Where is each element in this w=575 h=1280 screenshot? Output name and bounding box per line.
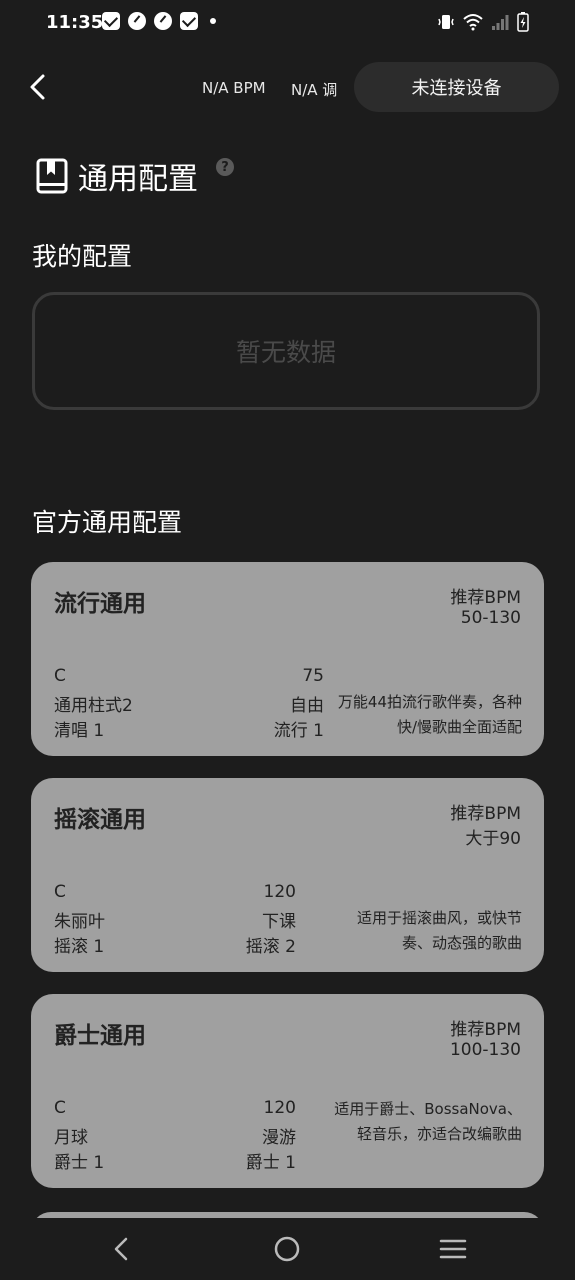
config-card-right-pattern: 摇滚 2 — [245, 937, 296, 957]
config-card-right-pattern: 流行 1 — [273, 721, 324, 741]
config-card-name: 摇滚通用 — [54, 807, 146, 833]
config-card-mode: 自由 — [290, 696, 324, 716]
system-navigation-bar — [0, 1218, 575, 1280]
wifi-icon — [463, 14, 483, 31]
notification-icons — [102, 12, 216, 30]
config-card-bpm-title: 推荐BPM — [450, 804, 521, 824]
mail-notification-icon — [102, 12, 120, 30]
status-time: 11:35 — [46, 12, 104, 33]
connect-device-button[interactable]: 未连接设备 — [354, 62, 559, 112]
config-card-tempo: 120 — [263, 1098, 296, 1118]
help-icon[interactable]: ? — [216, 158, 234, 176]
config-card-key: C — [54, 666, 66, 686]
config-card-bpm-title: 推荐BPM — [450, 588, 521, 608]
config-card-bpm-range: 50-130 — [460, 608, 521, 628]
speedometer-notification-icon — [154, 12, 172, 30]
config-card-rock[interactable]: 摇滚通用 推荐BPM 大于90 C 120 朱丽叶 下课 摇滚 1 摇滚 2 适… — [31, 778, 544, 972]
my-config-empty-state: 暂无数据 — [32, 292, 540, 410]
page-title: 通用配置 — [78, 162, 198, 197]
config-card-rhythm: 月球 — [54, 1128, 88, 1148]
system-icons — [437, 12, 529, 32]
config-card-name: 流行通用 — [54, 591, 146, 617]
config-card-left-pattern: 爵士 1 — [54, 1153, 105, 1173]
book-icon — [36, 158, 68, 194]
config-card-mode: 下课 — [262, 912, 296, 932]
speedometer-notification-icon — [128, 12, 146, 30]
nav-back-icon[interactable] — [107, 1234, 137, 1264]
config-card-description: 适用于爵士、BossaNova、轻音乐，亦适合改编歌曲 — [334, 1100, 522, 1143]
config-card-description: 万能44拍流行歌伴奏，各种快/慢歌曲全面适配 — [337, 693, 522, 736]
top-bar: N/A BPM N/A 调 未连接设备 — [0, 62, 575, 112]
nav-home-icon[interactable] — [272, 1234, 302, 1264]
my-config-heading: 我的配置 — [32, 242, 133, 271]
key-readout: N/A 调 — [291, 81, 338, 99]
mail-notification-icon — [180, 12, 198, 30]
config-card-jazz[interactable]: 爵士通用 推荐BPM 100-130 C 120 月球 漫游 爵士 1 爵士 1… — [31, 994, 544, 1188]
status-bar: 11:35 — [0, 0, 575, 48]
config-card-left-pattern: 清唱 1 — [54, 721, 105, 741]
config-card-description: 适用于摇滚曲风，或快节奏、动态强的歌曲 — [356, 909, 522, 952]
config-card-mode: 漫游 — [262, 1128, 296, 1148]
config-card-bpm-range: 大于90 — [465, 829, 521, 849]
config-card-rhythm: 朱丽叶 — [54, 912, 105, 932]
battery-charging-icon — [517, 12, 529, 32]
config-card-key: C — [54, 882, 66, 902]
config-card-left-pattern: 摇滚 1 — [54, 937, 105, 957]
official-config-heading: 官方通用配置 — [32, 508, 183, 537]
back-arrow-icon[interactable] — [24, 72, 54, 102]
bpm-readout: N/A BPM — [202, 79, 266, 97]
page-header: 通用配置 — [36, 154, 198, 198]
nav-recents-icon[interactable] — [438, 1234, 468, 1264]
more-notifications-dot-icon — [210, 18, 216, 24]
config-card-bpm-title: 推荐BPM — [450, 1020, 521, 1040]
cell-signal-icon — [492, 15, 509, 30]
config-card-right-pattern: 爵士 1 — [245, 1153, 296, 1173]
config-card-name: 爵士通用 — [54, 1023, 146, 1049]
vibrate-icon — [438, 15, 454, 29]
config-card-rhythm: 通用柱式2 — [54, 696, 133, 716]
config-card-tempo: 75 — [302, 666, 324, 686]
config-card-pop[interactable]: 流行通用 推荐BPM 50-130 C 75 通用柱式2 自由 清唱 1 流行 … — [31, 562, 544, 756]
config-card-key: C — [54, 1098, 66, 1118]
config-card-bpm-range: 100-130 — [449, 1040, 521, 1060]
config-card-tempo: 120 — [263, 882, 296, 902]
